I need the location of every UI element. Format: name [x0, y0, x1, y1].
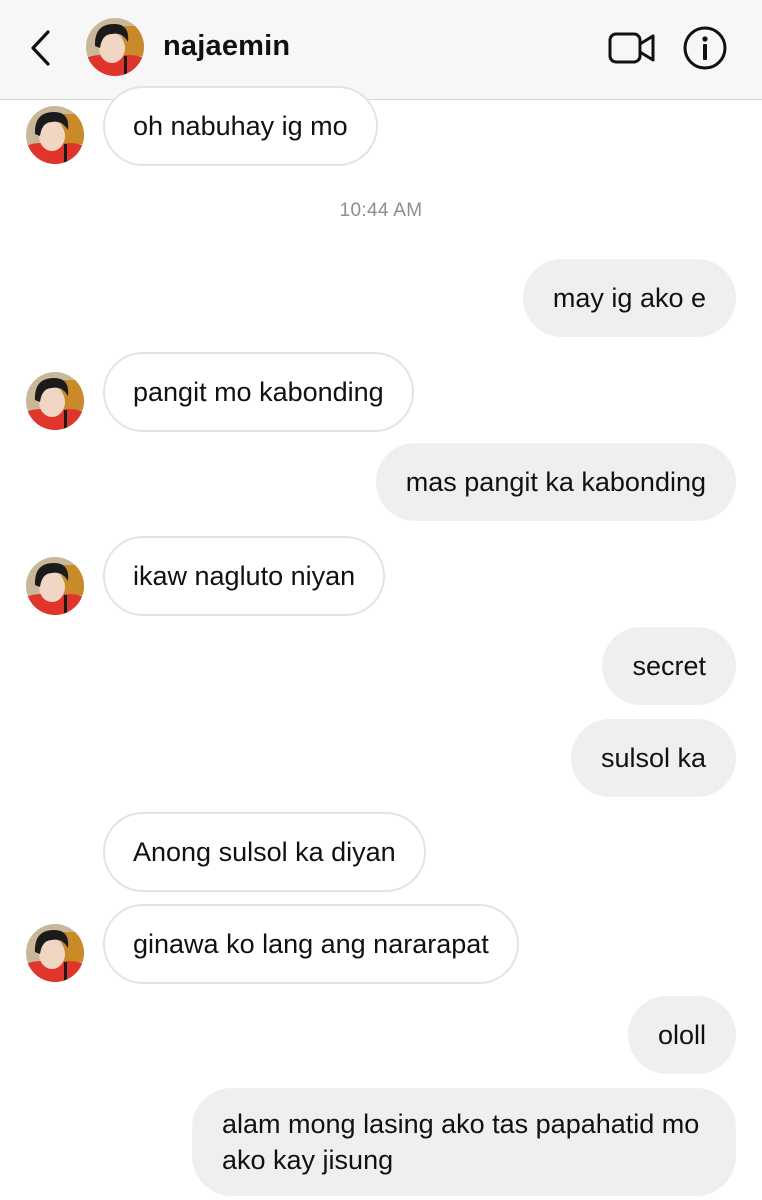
- message-incoming[interactable]: pangit mo kabonding: [103, 352, 414, 432]
- message-incoming[interactable]: Anong sulsol ka diyan: [103, 812, 426, 892]
- chat-header: najaemin: [0, 0, 762, 100]
- sender-avatar[interactable]: [26, 372, 84, 430]
- message-outgoing[interactable]: may ig ako e: [522, 259, 736, 337]
- chat-username[interactable]: najaemin: [163, 30, 290, 63]
- avatar-image: [26, 557, 84, 615]
- message-incoming[interactable]: oh nabuhay ig mo: [103, 86, 378, 166]
- avatar-image: [26, 924, 84, 982]
- message-outgoing[interactable]: secret: [602, 627, 736, 705]
- message-outgoing[interactable]: ololl: [627, 996, 736, 1074]
- sender-avatar[interactable]: [26, 557, 84, 615]
- info-circle-icon: [683, 26, 727, 70]
- message-incoming[interactable]: ginawa ko lang ang nararapat: [103, 904, 519, 984]
- sender-avatar[interactable]: [26, 924, 84, 982]
- avatar-image: [26, 106, 84, 164]
- message-outgoing[interactable]: mas pangit ka kabonding: [375, 443, 736, 521]
- message-outgoing[interactable]: sulsol ka: [570, 719, 736, 797]
- back-button[interactable]: [22, 26, 62, 70]
- sender-avatar[interactable]: [26, 106, 84, 164]
- header-avatar[interactable]: [86, 18, 144, 76]
- video-camera-icon: [608, 32, 655, 64]
- message-outgoing[interactable]: alam mong lasing ako tas papahatid mo ak…: [192, 1088, 736, 1196]
- avatar-image: [26, 372, 84, 430]
- info-button[interactable]: [682, 25, 728, 71]
- avatar-image: [86, 18, 144, 76]
- dm-screen: najaemin oh nabuhay ig mo 10:44 AM may i…: [0, 0, 762, 1200]
- message-incoming[interactable]: ikaw nagluto niyan: [103, 536, 386, 616]
- chevron-left-icon: [31, 30, 50, 66]
- message-timestamp: 10:44 AM: [339, 200, 423, 221]
- video-call-button[interactable]: [607, 28, 657, 68]
